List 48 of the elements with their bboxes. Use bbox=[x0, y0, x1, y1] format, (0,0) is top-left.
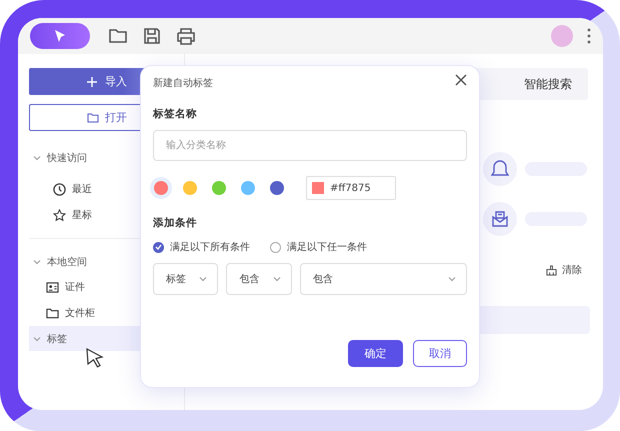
save-icon[interactable] bbox=[142, 26, 162, 46]
chevron-down-icon bbox=[33, 258, 41, 264]
cursor-icon bbox=[86, 348, 104, 368]
match-radio-option[interactable]: 满足以下任一条件 bbox=[270, 240, 367, 254]
print-icon[interactable] bbox=[176, 26, 196, 46]
plus-icon bbox=[87, 76, 97, 86]
folder-icon bbox=[46, 307, 59, 319]
chevron-down-icon bbox=[33, 154, 41, 160]
item-label: 文件柜 bbox=[65, 306, 95, 320]
more-icon[interactable] bbox=[587, 28, 591, 44]
color-swatch[interactable] bbox=[212, 181, 226, 195]
confirm-button[interactable]: 确定 bbox=[348, 340, 403, 367]
clear-button[interactable]: 清除 bbox=[540, 262, 588, 278]
item-label: 星标 bbox=[72, 208, 92, 222]
id-card-icon bbox=[46, 282, 59, 292]
condition-select[interactable]: 标签 bbox=[153, 263, 218, 295]
star-icon bbox=[53, 208, 66, 222]
color-preview bbox=[312, 182, 324, 194]
color-swatch[interactable] bbox=[154, 181, 168, 195]
broom-icon bbox=[546, 264, 557, 276]
folder-icon[interactable] bbox=[108, 26, 128, 46]
item-label: 最近 bbox=[72, 182, 92, 196]
hex-color-field[interactable]: #ff7875 bbox=[306, 176, 396, 200]
section-label: 添加条件 bbox=[153, 216, 198, 230]
condition-select[interactable]: 包含 bbox=[300, 263, 467, 295]
section-label: 快速访问 bbox=[47, 152, 87, 164]
color-swatch[interactable] bbox=[241, 181, 255, 195]
condition-select[interactable]: 包含 bbox=[226, 263, 292, 295]
color-swatch[interactable] bbox=[270, 181, 284, 195]
color-swatch[interactable] bbox=[183, 181, 197, 195]
close-icon bbox=[454, 73, 468, 87]
section-label: 标签 bbox=[47, 332, 67, 346]
tag-name-field[interactable]: 输入分类名称 bbox=[153, 130, 467, 161]
section-label: 本地空间 bbox=[47, 256, 87, 268]
chevron-down-icon bbox=[199, 276, 208, 282]
chevron-down-icon bbox=[33, 336, 41, 342]
hex-value: #ff7875 bbox=[330, 182, 371, 194]
envelope-icon bbox=[491, 210, 509, 228]
folder-icon bbox=[87, 112, 99, 122]
cancel-button[interactable]: 取消 bbox=[413, 340, 467, 367]
sidebar-item[interactable]: 最近 bbox=[29, 176, 184, 202]
item-label: 证件 bbox=[65, 281, 85, 294]
sidebar-item[interactable]: 文件柜 bbox=[29, 300, 184, 326]
chevron-down-icon bbox=[448, 276, 456, 282]
chevron-down-icon bbox=[272, 276, 281, 282]
clock-icon bbox=[53, 182, 66, 196]
logo[interactable] bbox=[30, 23, 90, 49]
match-radio-option[interactable]: 满足以下所有条件 bbox=[153, 240, 250, 254]
